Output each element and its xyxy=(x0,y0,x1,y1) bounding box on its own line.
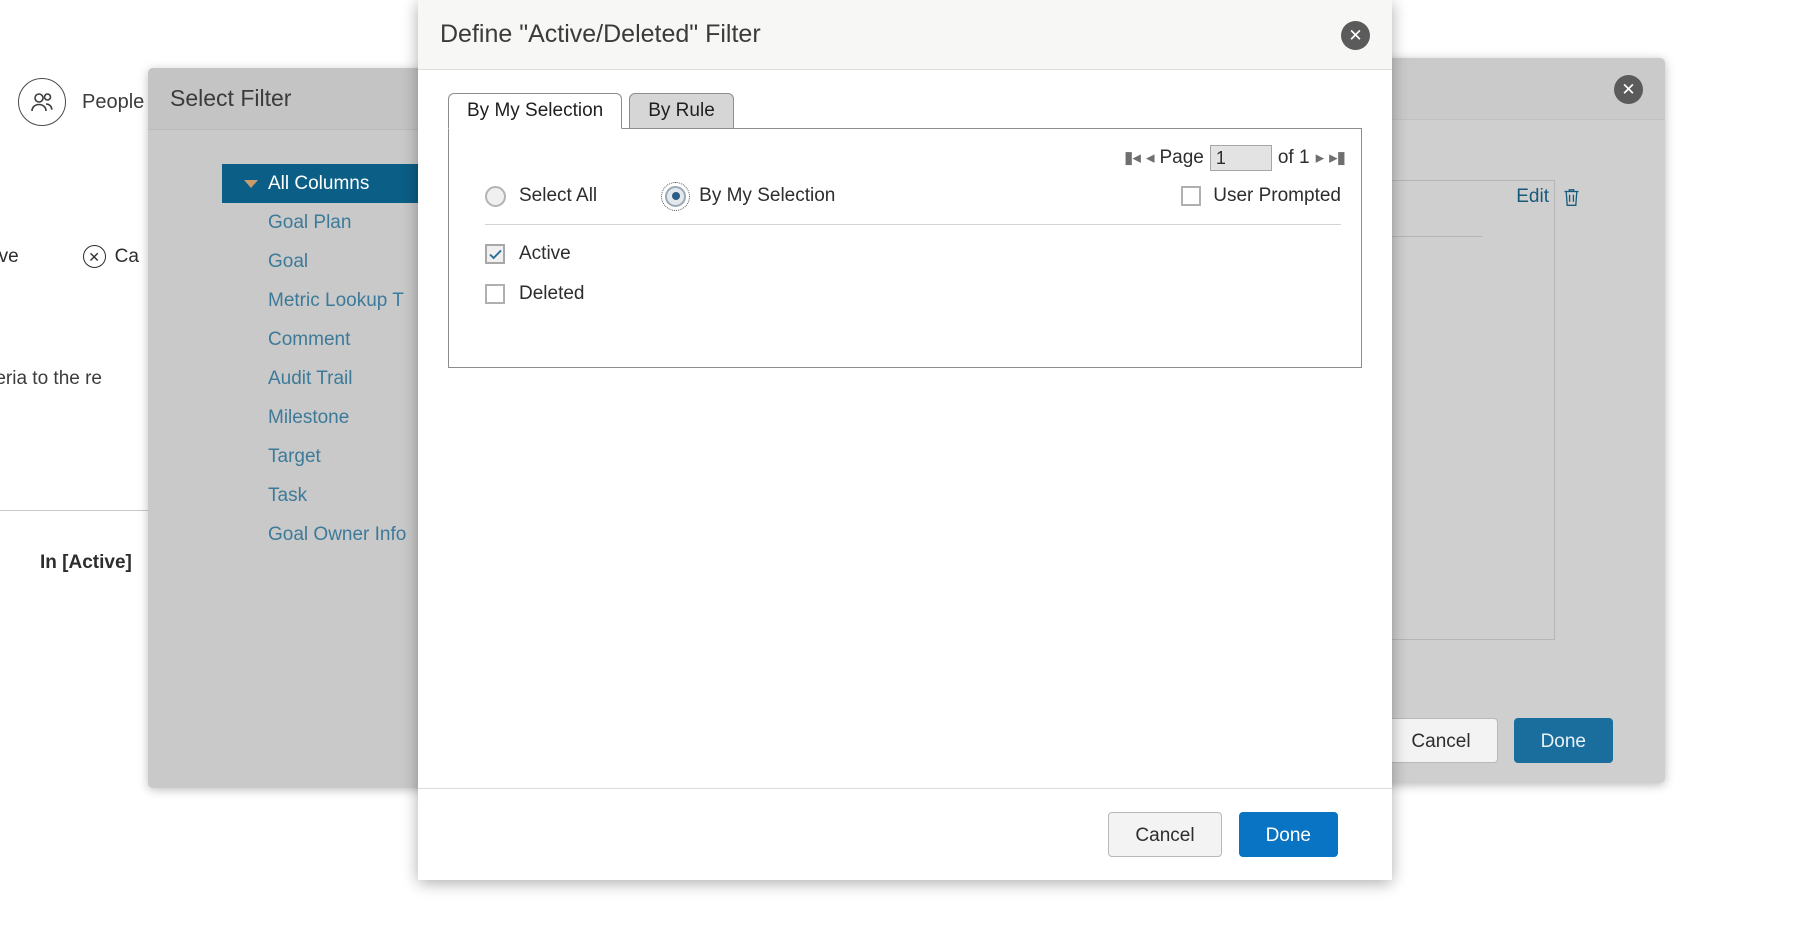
select-filter-title: Select Filter xyxy=(170,85,292,111)
radio-by-my-selection-indicator xyxy=(661,181,691,211)
criteria-help-text: criteria to the re xyxy=(0,368,102,389)
list-item-active[interactable]: Active xyxy=(485,243,1345,265)
page-total-label: of 1 xyxy=(1277,147,1310,168)
trash-icon[interactable] xyxy=(1563,188,1580,207)
tree-node-label: Target xyxy=(268,445,321,467)
tab-label: By Rule xyxy=(648,100,715,121)
tree-node-label: All Columns xyxy=(268,172,370,194)
selection-mode-row: Select All By My Selection User Prompted xyxy=(465,181,1345,211)
tab-by-rule[interactable]: By Rule xyxy=(629,93,734,129)
options-divider xyxy=(485,224,1341,225)
tree-node-label: Milestone xyxy=(268,406,350,428)
outer-done-button[interactable]: Done xyxy=(1513,717,1613,763)
people-entity[interactable]: People xyxy=(18,78,144,126)
page-label: Page xyxy=(1159,147,1204,168)
last-page-icon[interactable]: ▸▮ xyxy=(1329,148,1346,168)
save-button[interactable]: ave xyxy=(0,246,19,268)
prev-page-icon[interactable]: ◂ xyxy=(1146,148,1154,168)
define-filter-modal: Define "Active/Deleted" Filter ✕ By My S… xyxy=(418,0,1392,880)
outer-dialog-close-icon[interactable]: ✕ xyxy=(1614,75,1643,104)
cancel-button[interactable]: ✕ Ca xyxy=(82,245,139,268)
define-filter-close-icon[interactable]: ✕ xyxy=(1341,21,1370,50)
close-x-icon: ✕ xyxy=(82,245,106,268)
tree-node-label: Goal Owner Info xyxy=(268,523,407,545)
cancel-label: Ca xyxy=(114,245,139,267)
define-done-button[interactable]: Done xyxy=(1238,812,1338,857)
people-label: People xyxy=(82,90,145,113)
tree-node-label: Goal xyxy=(268,250,309,272)
edit-row: Edit xyxy=(1516,186,1580,208)
check-icon xyxy=(488,249,502,259)
checkbox-deleted-indicator xyxy=(485,284,505,304)
outer-cancel-button[interactable]: Cancel xyxy=(1384,717,1498,763)
tree-node-label: Audit Trail xyxy=(268,367,353,389)
pagination-controls: ▮◂ ◂ Page of 1 ▸ ▸▮ xyxy=(465,129,1346,171)
radio-select-all-label: Select All xyxy=(519,185,598,206)
tabstrip: By My Selection By Rule xyxy=(448,93,1362,129)
tab-panel-by-my-selection: ▮◂ ◂ Page of 1 ▸ ▸▮ Select All By My Sel… xyxy=(448,128,1362,368)
define-filter-body: By My Selection By Rule ▮◂ ◂ Page of 1 ▸… xyxy=(418,70,1392,782)
checkbox-user-prompted-indicator xyxy=(1181,186,1202,206)
tree-node-label: Metric Lookup T xyxy=(268,289,404,311)
radio-select-all-indicator xyxy=(485,185,506,207)
next-page-icon[interactable]: ▸ xyxy=(1316,148,1324,168)
tree-node-label: Comment xyxy=(268,328,351,350)
checkbox-user-prompted-label: User Prompted xyxy=(1213,185,1341,206)
page-number-input[interactable] xyxy=(1209,145,1272,171)
radio-by-my-selection-label: By My Selection xyxy=(699,185,836,206)
radio-select-all[interactable]: Select All xyxy=(485,185,597,207)
first-page-icon[interactable]: ▮◂ xyxy=(1124,148,1141,168)
radio-by-my-selection[interactable]: By My Selection xyxy=(661,181,836,211)
edit-link[interactable]: Edit xyxy=(1516,186,1549,208)
tab-label: By My Selection xyxy=(467,100,604,121)
define-filter-header: Define "Active/Deleted" Filter ✕ xyxy=(418,0,1392,70)
list-item-label: Active xyxy=(519,243,571,264)
define-filter-footer: Cancel Done xyxy=(418,788,1392,880)
define-filter-title: Define "Active/Deleted" Filter xyxy=(440,20,761,48)
checkbox-user-prompted[interactable]: User Prompted xyxy=(1181,185,1341,207)
in-active-text: In [Active] xyxy=(40,552,132,573)
background-action-row: ave ✕ Ca xyxy=(0,245,139,268)
tree-node-label: Task xyxy=(268,484,308,506)
list-item-label: Deleted xyxy=(519,283,585,304)
list-item-deleted[interactable]: Deleted xyxy=(485,283,1345,305)
tree-node-label: Goal Plan xyxy=(268,211,352,233)
tab-by-my-selection[interactable]: By My Selection xyxy=(448,93,623,129)
checkbox-active-indicator xyxy=(485,244,505,264)
chevron-down-icon xyxy=(244,179,258,188)
people-icon xyxy=(18,78,66,126)
define-cancel-button[interactable]: Cancel xyxy=(1108,812,1222,857)
